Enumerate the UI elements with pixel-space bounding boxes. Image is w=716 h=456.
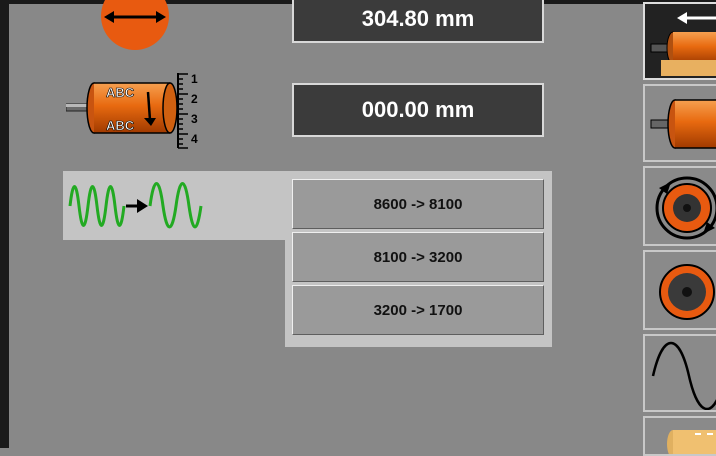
core-icon [659, 264, 715, 320]
marker-readout[interactable]: 000.00 mm [292, 83, 544, 137]
sidebar-button-rewind[interactable] [643, 2, 716, 80]
frequency-option-1-label: 8600 -> 8100 [373, 195, 463, 213]
frequency-option-3[interactable]: 3200 -> 1700 [292, 285, 544, 335]
roll-icon [650, 99, 716, 149]
ruler-number-4: 4 [191, 132, 198, 146]
frequency-option-2[interactable]: 8100 -> 3200 [292, 232, 544, 282]
roll-label-top: ABC [106, 85, 135, 100]
left-border [0, 0, 9, 448]
sine-wave-icon [651, 342, 716, 410]
direction-arrows-icon[interactable] [98, 0, 172, 52]
sidebar-button-rotation[interactable] [643, 166, 716, 246]
frequency-option-2-label: 8100 -> 3200 [373, 248, 463, 266]
ruler-number-1: 1 [191, 72, 198, 86]
sidebar-button-waveform[interactable] [643, 334, 716, 412]
rewind-roll-icon [645, 4, 716, 78]
ruler-number-3: 3 [191, 112, 198, 126]
rotation-icon [655, 176, 716, 240]
roll-label-bottom: ABC [106, 118, 135, 133]
length-value: 304.80 mm [361, 5, 475, 31]
sidebar-button-core[interactable] [643, 250, 716, 330]
marker-value: 000.00 mm [361, 97, 475, 122]
label-roll-ruler-icon[interactable]: ABC ABC 1 2 3 4 [66, 70, 206, 152]
sidebar-button-roll[interactable] [643, 84, 716, 162]
ruler-number-2: 2 [191, 92, 198, 106]
sidebar-button-partial[interactable] [643, 416, 716, 456]
length-readout[interactable]: 304.80 mm [292, 0, 544, 43]
frequency-change-icon[interactable] [66, 172, 206, 238]
frequency-option-1[interactable]: 8600 -> 8100 [292, 179, 544, 229]
frequency-option-3-label: 3200 -> 1700 [373, 301, 463, 319]
roll-partial-icon [667, 430, 716, 454]
